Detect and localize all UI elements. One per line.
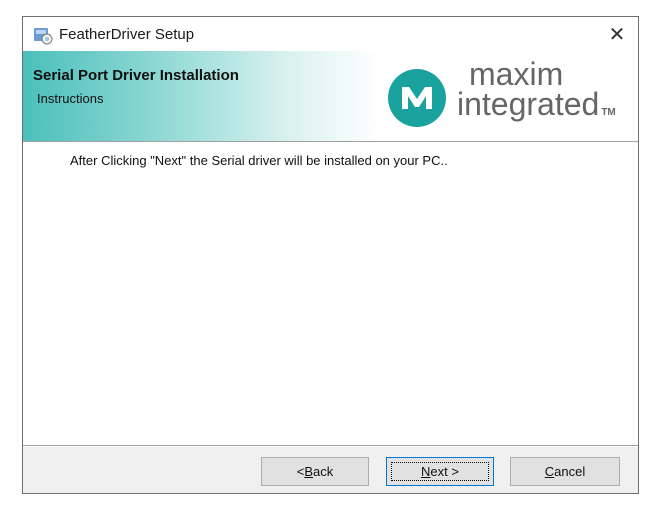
focus-rectangle xyxy=(391,462,489,481)
logo-word-integrated: integrated xyxy=(457,86,600,122)
close-button[interactable]: ✕ xyxy=(596,17,638,51)
cancel-mnemonic: C xyxy=(544,464,555,479)
back-button[interactable]: < Back xyxy=(261,457,369,486)
header-banner: Serial Port Driver Installation Instruct… xyxy=(23,51,638,141)
back-label-rest: ack xyxy=(313,464,334,479)
logo-line-integrated: integrated TM xyxy=(457,86,616,128)
back-prefix: < xyxy=(296,464,305,479)
banner-title: Serial Port Driver Installation xyxy=(33,67,239,84)
setup-package-icon xyxy=(34,28,53,45)
logo-line-maxim: maxim xyxy=(469,56,564,92)
cancel-button[interactable]: Cancel xyxy=(510,457,620,486)
maxim-logo-icon xyxy=(388,69,446,127)
footer-divider xyxy=(23,445,638,447)
instruction-text: After Clicking "Next" the Serial driver … xyxy=(70,153,448,168)
maxim-logo-text: maxim integrated TM xyxy=(457,56,616,128)
trademark: TM xyxy=(601,107,616,118)
banner-subtitle: Instructions xyxy=(37,91,104,106)
window-title: FeatherDriver Setup xyxy=(59,26,195,43)
content-area: After Clicking "Next" the Serial driver … xyxy=(23,143,638,445)
setup-window: FeatherDriver Setup ✕ Serial Port Driver… xyxy=(22,16,639,494)
cancel-label-rest: ancel xyxy=(554,464,586,479)
next-button[interactable]: Next > xyxy=(386,457,494,486)
title-bar[interactable]: FeatherDriver Setup ✕ xyxy=(23,17,638,51)
back-mnemonic: B xyxy=(304,464,314,479)
close-icon: ✕ xyxy=(608,23,626,46)
